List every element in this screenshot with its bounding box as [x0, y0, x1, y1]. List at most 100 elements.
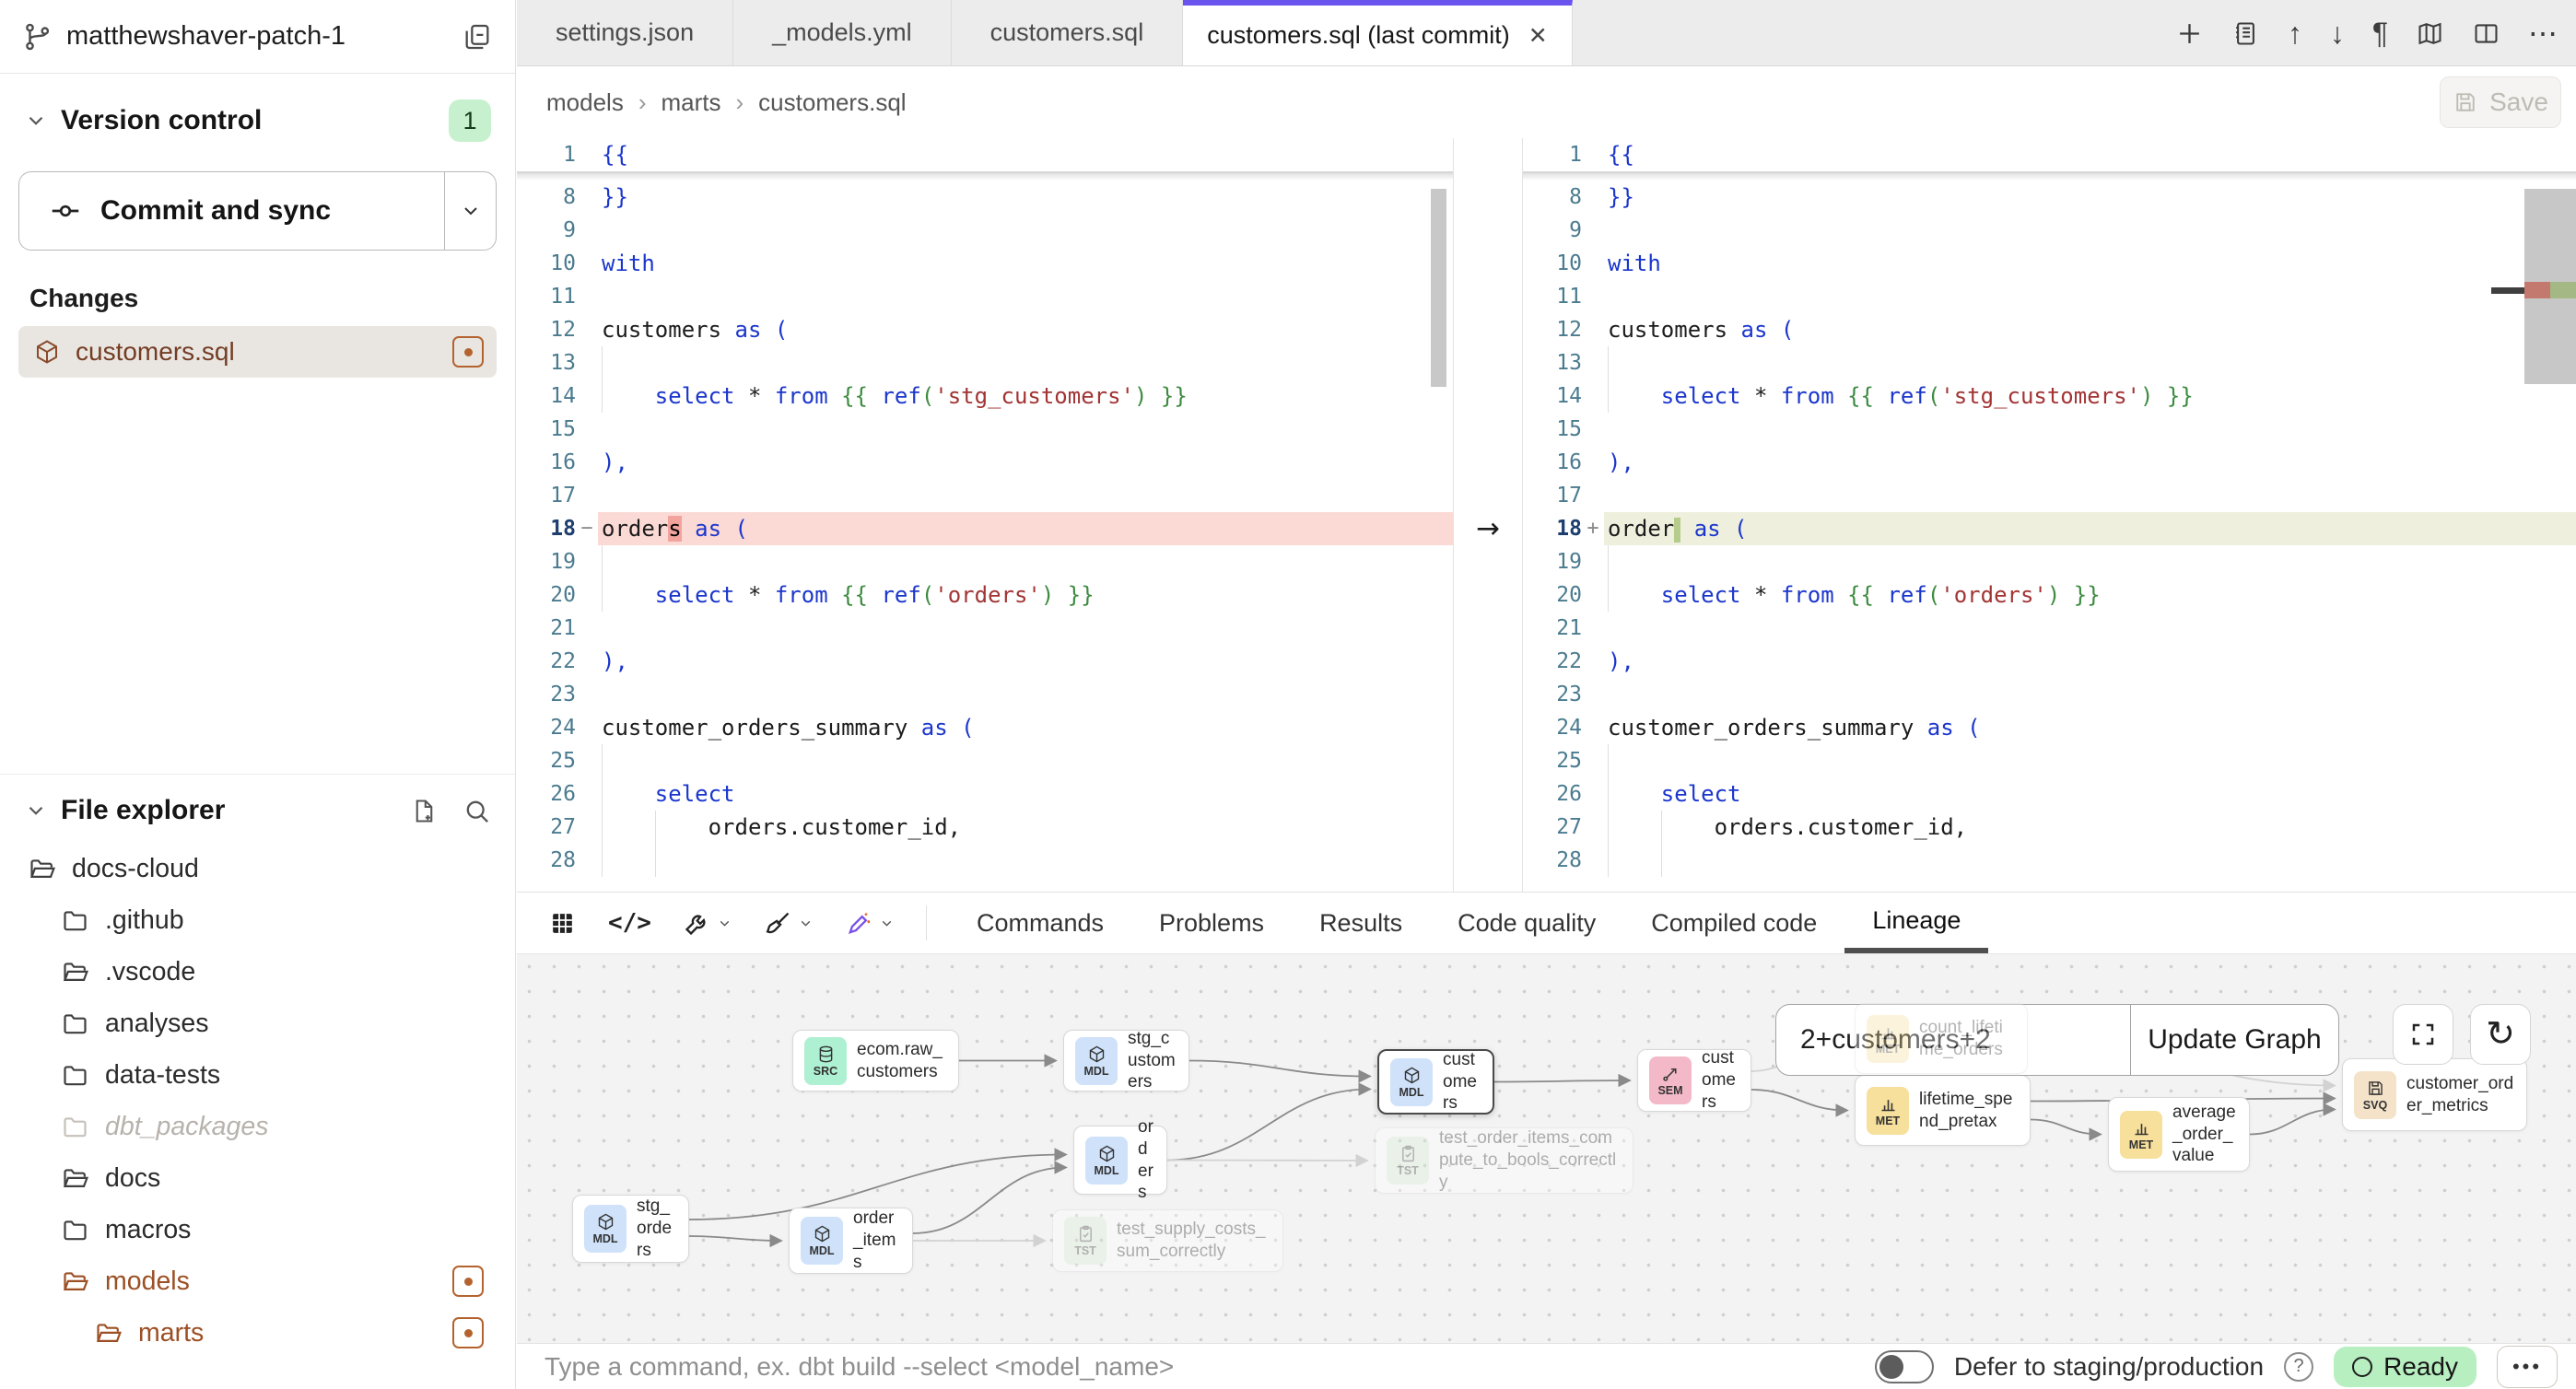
lineage-node-order-items[interactable]: MDL order_items: [789, 1208, 913, 1274]
panel-tab-commands[interactable]: Commands: [949, 893, 1131, 953]
file-tree-item-docs[interactable]: docs: [18, 1152, 497, 1204]
breadcrumb-separator-icon: ›: [736, 88, 744, 117]
code-line-12: 12customers as (: [517, 313, 1453, 346]
lineage-node-stg-orders[interactable]: MDL stg_orders: [572, 1195, 689, 1263]
pilcrow-icon[interactable]: ¶: [2372, 18, 2388, 48]
folder-name: data-tests: [105, 1060, 497, 1091]
changed-file-row[interactable]: customers.sql: [18, 326, 497, 378]
code-line-13: 13: [1523, 346, 2576, 379]
update-graph-button[interactable]: Update Graph: [2130, 1005, 2338, 1075]
lineage-node-test-order-items-compute-to-bools-correctly[interactable]: TST test_order_items_compute_to_bools_co…: [1375, 1127, 1633, 1194]
lineage-node-count-lifetime-orders[interactable]: MET count_lifetime_orders: [1855, 1003, 2028, 1074]
file-tree-item-macros[interactable]: macros: [18, 1204, 497, 1255]
defer-toggle[interactable]: [1875, 1350, 1934, 1383]
modified-status-icon: [452, 1317, 484, 1348]
node-type-badge: MET: [1867, 1015, 1909, 1063]
lineage-node-test-supply-costs-sum-correctly[interactable]: TST test_supply_costs_sum_correctly: [1052, 1209, 1283, 1272]
editor-tab-customers-sql[interactable]: customers.sql: [952, 0, 1184, 65]
command-input[interactable]: Type a command, ex. dbt build --select <…: [517, 1352, 1875, 1382]
lineage-node-customers[interactable]: MDL customers: [1377, 1049, 1494, 1115]
file-explorer-title: File explorer: [61, 795, 397, 826]
panel-toolbar: </>: [517, 893, 926, 953]
collapsed-lines-separator[interactable]: [1523, 171, 2576, 181]
node-type-badge: MDL: [1085, 1137, 1128, 1185]
wrench-tool-button[interactable]: [683, 909, 732, 938]
lineage-node-lifetime-spend-pretax[interactable]: MET lifetime_spend_pretax: [1855, 1075, 2031, 1146]
left-pane-scrollbar[interactable]: [1431, 189, 1446, 387]
file-tree-item-.github[interactable]: .github: [18, 894, 497, 946]
panel-tab-lineage[interactable]: Lineage: [1844, 893, 1988, 953]
arrow-down-icon[interactable]: ↓: [2330, 18, 2345, 48]
lineage-node-stg-customers[interactable]: MDL stg_customers: [1063, 1030, 1189, 1091]
lineage-node-customer-order-metrics[interactable]: SVQ customer_order_metrics: [2342, 1058, 2527, 1131]
copy-icon[interactable]: [462, 21, 493, 53]
map-icon[interactable]: [2416, 19, 2444, 48]
lineage-node-ecom-raw-customers[interactable]: SRC ecom.raw_customers: [792, 1030, 959, 1091]
breadcrumb-item: customers.sql: [758, 88, 906, 117]
panel-tab-code-quality[interactable]: Code quality: [1430, 893, 1623, 953]
code-line-14: 14 select * from {{ ref('stg_customers')…: [517, 379, 1453, 413]
split-view-icon[interactable]: [2472, 19, 2500, 48]
branch-selector[interactable]: matthewshaver-patch-1: [0, 0, 515, 74]
collapsed-lines-separator[interactable]: [517, 171, 1453, 181]
editor-tab-settings-json[interactable]: settings.json: [517, 0, 733, 65]
file-tree-item-data-tests[interactable]: data-tests: [18, 1049, 497, 1101]
folder-name: docs: [105, 1163, 497, 1194]
panel-tab-problems[interactable]: Problems: [1131, 893, 1292, 953]
model-icon: [33, 338, 61, 366]
search-icon[interactable]: [463, 797, 491, 825]
ai-pen-tool-button[interactable]: [845, 909, 895, 938]
editor-tab--models-yml[interactable]: _models.yml: [733, 0, 952, 65]
breadcrumb-separator-icon: ›: [638, 88, 647, 117]
lineage-canvas[interactable]: 2+customers+2 Update Graph SRC ecom.raw_…: [517, 954, 2576, 1343]
lineage-node-orders[interactable]: MDL orders: [1073, 1126, 1167, 1195]
new-file-icon[interactable]: [410, 797, 439, 825]
save-button[interactable]: Save: [2440, 76, 2561, 128]
help-icon[interactable]: ?: [2284, 1352, 2313, 1382]
mdl-icon: [813, 1224, 832, 1243]
diff-pane-modified[interactable]: 1{{8}}910with1112customers as (1314 sele…: [1523, 138, 2576, 892]
lineage-node-customers[interactable]: SEM customers: [1637, 1049, 1751, 1112]
chevron-down-icon: [879, 916, 895, 931]
file-tree-item-marts[interactable]: marts: [18, 1307, 497, 1359]
panel-tab-results[interactable]: Results: [1292, 893, 1430, 953]
notebook-icon[interactable]: [2231, 19, 2260, 48]
editor-tab-customers-sql-last-commit-[interactable]: customers.sql (last commit)✕: [1183, 0, 1573, 65]
code-tool-button[interactable]: </>: [608, 909, 651, 937]
branch-name: matthewshaver-patch-1: [66, 21, 345, 52]
table-tool-button[interactable]: [548, 909, 577, 938]
format-tool-button[interactable]: [764, 909, 814, 938]
file-tree-item-docs-cloud[interactable]: docs-cloud: [18, 843, 497, 894]
plus-icon[interactable]: [2175, 19, 2204, 48]
revert-change-arrow-icon[interactable]: →: [1453, 512, 1523, 545]
close-icon[interactable]: ✕: [1528, 22, 1548, 50]
code-line-19: 19: [1523, 545, 2576, 578]
refresh-graph-button[interactable]: ↻: [2470, 1004, 2531, 1065]
mdl-icon: [1087, 1045, 1107, 1064]
chevron-down-icon[interactable]: [24, 799, 48, 823]
code-icon: </>: [608, 909, 651, 937]
arrow-up-icon[interactable]: ↑: [2288, 18, 2302, 48]
file-tree-item-dbt_packages[interactable]: dbt_packages: [18, 1101, 497, 1152]
file-tree-item-.vscode[interactable]: .vscode: [18, 946, 497, 998]
lineage-node-average-order-value[interactable]: MET average_order_value: [2108, 1097, 2250, 1172]
status-label: Ready: [2383, 1352, 2458, 1382]
folder-open-icon: [61, 1267, 89, 1296]
node-label: average_order_value: [2172, 1102, 2238, 1167]
version-control-title: Version control: [61, 105, 436, 136]
ellipsis-icon[interactable]: ⋯: [2528, 18, 2558, 48]
folder-open-icon: [94, 1319, 123, 1348]
code-line-9: 9: [517, 214, 1453, 247]
fullscreen-button[interactable]: [2393, 1004, 2453, 1065]
chevron-down-icon[interactable]: [24, 109, 48, 133]
file-tree-item-models[interactable]: models: [18, 1255, 497, 1307]
file-tree-item-analyses[interactable]: analyses: [18, 998, 497, 1049]
code-line-27: 27 orders.customer_id,: [1523, 811, 2576, 844]
commit-and-sync-button[interactable]: Commit and sync: [18, 171, 497, 251]
ide-status-badge[interactable]: Ready: [2334, 1347, 2476, 1387]
diff-pane-original[interactable]: 1{{8}}910with1112customers as (1314 sele…: [517, 138, 1453, 892]
more-options-button[interactable]: •••: [2497, 1346, 2558, 1388]
code-line-1: 1{{: [1523, 138, 2576, 171]
commit-options-dropdown[interactable]: [444, 172, 496, 250]
panel-tab-compiled-code[interactable]: Compiled code: [1623, 893, 1844, 953]
